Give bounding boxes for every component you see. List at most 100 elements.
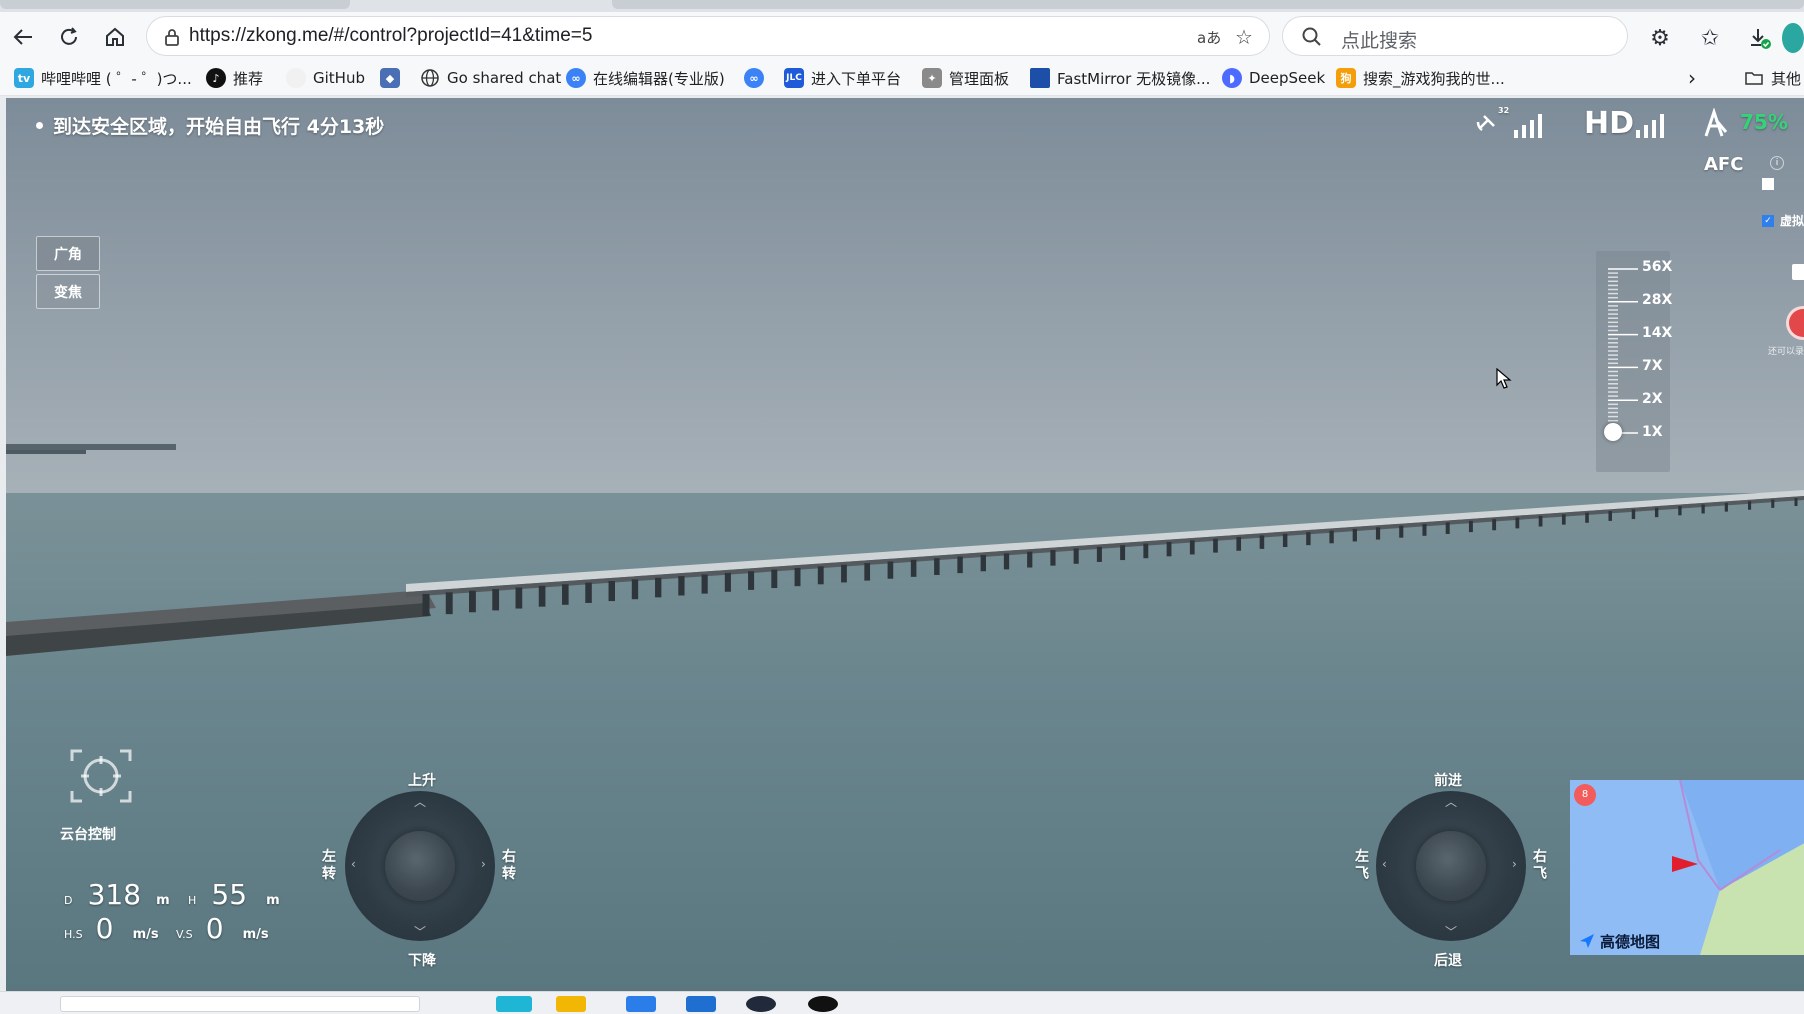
- mini-map[interactable]: 8 高德地图: [1570, 780, 1804, 955]
- taskbar-search[interactable]: [60, 996, 420, 1012]
- height-label: H: [188, 894, 197, 907]
- address-bar[interactable]: https://zkong.me/#/control?projectId=41&…: [146, 16, 1270, 56]
- bookmark-cloud[interactable]: ∞: [744, 66, 771, 90]
- right-stick-right-label: 右飞: [1533, 849, 1547, 882]
- zoom-level-1x[interactable]: 1X: [1642, 424, 1663, 440]
- bookmark-recommend[interactable]: ♪ 推荐: [206, 66, 263, 90]
- home-icon: [106, 27, 124, 46]
- bookmark-go-shared-chat[interactable]: Go shared chat: [420, 66, 561, 90]
- right-stick-left-label: 左飞: [1355, 849, 1369, 882]
- chevron-down-icon: ﹀: [1445, 925, 1458, 939]
- left-stick-down-label: 下降: [408, 953, 436, 969]
- shield-icon: ◆: [380, 68, 400, 88]
- search-box[interactable]: 点此搜索: [1282, 16, 1628, 56]
- taskbar-app-mail[interactable]: [686, 996, 716, 1012]
- bookmark-admin-panel[interactable]: ✦ 管理面板: [922, 66, 1009, 90]
- site-info-icon[interactable]: [161, 26, 183, 48]
- right-joystick-knob[interactable]: [1416, 831, 1486, 901]
- bookmark-online-editor[interactable]: ∞ 在线编辑器(专业版): [566, 66, 725, 90]
- panel-icon: ✦: [922, 68, 942, 88]
- downloads-button[interactable]: [1744, 22, 1776, 54]
- zoom-level-2x[interactable]: 2X: [1642, 391, 1663, 407]
- left-stick-left-label: 左转: [322, 849, 336, 882]
- flight-status-message: 到达安全区域，开始自由飞行 4分13秒: [36, 112, 384, 139]
- left-joystick-knob[interactable]: [385, 831, 455, 901]
- right-stick-up-label: 前进: [1434, 773, 1462, 789]
- record-hint: 还可以录: [1768, 347, 1804, 357]
- bookmark-label: FastMirror 无极镜像...: [1057, 69, 1211, 88]
- browser-tab[interactable]: [612, 0, 1804, 9]
- gimbal-control-label: 云台控制: [60, 827, 116, 843]
- zoom-level-7x[interactable]: 7X: [1642, 358, 1663, 374]
- map-marker-badge[interactable]: 8: [1574, 784, 1596, 806]
- bookmarks-overflow-button[interactable]: ›: [1688, 66, 1696, 90]
- taskbar-app-store[interactable]: [626, 996, 656, 1012]
- lens-zoom-button[interactable]: 变焦: [36, 274, 100, 309]
- taskbar-app-obs[interactable]: [808, 996, 838, 1012]
- bookmark-label: 其他: [1771, 69, 1802, 88]
- bookmark-gamedog[interactable]: 狗 搜索_游戏狗我的世...: [1336, 66, 1505, 90]
- bookmark-fastmirror[interactable]: FastMirror 无极镜像...: [1030, 66, 1210, 90]
- map-terrain: [1570, 780, 1804, 955]
- gimbal-control-icon[interactable]: [70, 747, 132, 805]
- puzzle-icon: ⚙: [1650, 25, 1670, 51]
- folder-icon: [1745, 72, 1763, 85]
- reload-button[interactable]: [52, 20, 86, 54]
- taskbar-app-files[interactable]: [556, 996, 586, 1012]
- reload-icon: [61, 27, 77, 45]
- bookmark-label: 进入下单平台: [811, 69, 902, 88]
- extensions-button[interactable]: ⚙: [1644, 22, 1676, 54]
- info-icon[interactable]: i: [1770, 156, 1784, 170]
- chevron-left-icon: ‹: [351, 857, 356, 871]
- bookmark-label: 推荐: [233, 69, 264, 88]
- search-placeholder[interactable]: 点此搜索: [1341, 26, 1417, 53]
- zoom-level-56x[interactable]: 56X: [1642, 259, 1672, 275]
- virtual-option-label: 虚拟: [1780, 214, 1804, 228]
- taskbar-app-steam[interactable]: [746, 996, 776, 1012]
- bookmark-github[interactable]: GitHub: [286, 66, 365, 90]
- right-joystick[interactable]: ︿ ﹀ ‹ ›: [1376, 791, 1526, 941]
- lens-wide-button[interactable]: 广角: [36, 236, 100, 271]
- bookmark-label: 管理面板: [949, 69, 1010, 88]
- bookmark-bilibili[interactable]: tv 哔哩哔哩 ( ゜- ゜)つ...: [14, 66, 192, 90]
- bookmark-order-platform[interactable]: JLC 进入下单平台: [784, 66, 901, 90]
- chevron-right-icon: ›: [1512, 857, 1517, 871]
- bookmark-label: 搜索_游戏狗我的世...: [1363, 69, 1505, 88]
- zoom-slider[interactable]: 56X 28X 14X 7X 2X 1X: [1596, 251, 1672, 472]
- taskbar-app-edge[interactable]: [496, 996, 532, 1012]
- video-signal-bars-icon: [1636, 114, 1664, 138]
- zoom-slider-handle[interactable]: [1604, 423, 1622, 441]
- option-checkbox[interactable]: [1762, 178, 1774, 190]
- back-button[interactable]: [6, 20, 40, 54]
- bookmark-other-folder[interactable]: 其他: [1744, 66, 1801, 90]
- drone-video-feed[interactable]: 到达安全区域，开始自由飞行 4分13秒 32 HD 75% AFC i ✓ 虚拟…: [6, 98, 1804, 991]
- distance-label: D: [64, 894, 73, 907]
- url-text[interactable]: https://zkong.me/#/control?projectId=41&…: [189, 25, 592, 47]
- bookmark-deepseek[interactable]: ◗ DeepSeek: [1222, 66, 1325, 90]
- vertical-speed-label: V.S: [176, 928, 193, 941]
- gamedog-icon: 狗: [1336, 68, 1356, 88]
- home-button[interactable]: [98, 20, 132, 54]
- globe-icon: [421, 69, 439, 87]
- left-joystick[interactable]: ︿ ﹀ ‹ ›: [345, 791, 495, 941]
- zoom-level-28x[interactable]: 28X: [1642, 292, 1672, 308]
- status-dot: [36, 122, 43, 129]
- checkbox-checked-icon: ✓: [1762, 214, 1774, 227]
- search-icon: [1302, 27, 1321, 46]
- browser-tab[interactable]: [0, 0, 350, 9]
- bookmarks-bar: tv 哔哩哔哩 ( ゜- ゜)つ... ♪ 推荐 GitHub ◆ Go sha…: [0, 60, 1804, 96]
- zoom-level-14x[interactable]: 14X: [1642, 325, 1672, 341]
- virtual-option[interactable]: ✓ 虚拟: [1762, 212, 1804, 229]
- tiktok-icon: ♪: [206, 68, 226, 88]
- bookmark-shield[interactable]: ◆: [380, 66, 407, 90]
- mouse-cursor-icon: [1496, 368, 1512, 389]
- favorites-button[interactable]: ✩: [1694, 22, 1726, 54]
- side-toggle-button[interactable]: [1792, 264, 1804, 280]
- download-icon: [1751, 29, 1771, 49]
- favorite-star-icon[interactable]: ☆: [1235, 25, 1253, 49]
- translate-icon[interactable]: aあ: [1197, 27, 1221, 48]
- telemetry-vertical-speed: V.S 0 m/s: [176, 912, 269, 945]
- profile-avatar[interactable]: [1782, 22, 1804, 54]
- vertical-speed-value: 0: [205, 912, 224, 945]
- bookmark-label: GitHub: [313, 69, 365, 87]
